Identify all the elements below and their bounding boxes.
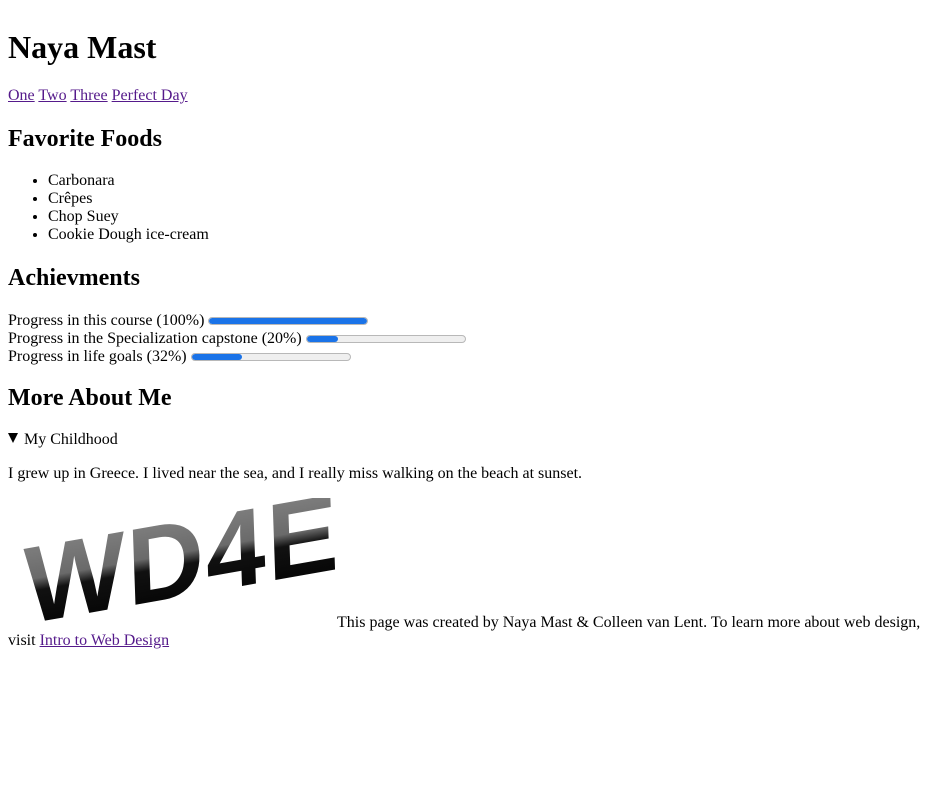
nav-link-one[interactable]: One bbox=[8, 87, 35, 104]
favorite-foods-list: Carbonara Crêpes Chop Suey Cookie Dough … bbox=[8, 172, 209, 244]
intro-to-web-design-link[interactable]: Intro to Web Design bbox=[40, 632, 170, 649]
wd4e-logo: WD4E bbox=[23, 498, 336, 630]
progress-label: Progress in life goals (32%) bbox=[8, 348, 187, 365]
list-item: Chop Suey bbox=[48, 208, 209, 226]
progress-bar-fill bbox=[191, 354, 243, 360]
progress-bar-capstone bbox=[305, 335, 466, 343]
progress-bar-life-goals bbox=[190, 353, 351, 361]
disclosure-triangle-icon[interactable] bbox=[8, 433, 18, 443]
achievements-heading: Achievments bbox=[8, 265, 140, 291]
nav-link-perfect-day[interactable]: Perfect Day bbox=[112, 87, 188, 104]
nav-link-two[interactable]: Two bbox=[38, 87, 66, 104]
details-summary-label: My Childhood bbox=[24, 431, 118, 448]
footer-credit-line-2: visit Intro to Web Design bbox=[8, 632, 169, 650]
favorite-foods-heading: Favorite Foods bbox=[8, 126, 162, 152]
progress-label: Progress in the Specialization capstone … bbox=[8, 330, 302, 347]
page-title: Naya Mast bbox=[8, 29, 157, 65]
progress-bar-fill bbox=[306, 336, 339, 342]
progress-bar-course bbox=[208, 317, 369, 325]
progress-bar-fill bbox=[209, 318, 368, 324]
progress-row-life-goals: Progress in life goals (32%) bbox=[8, 348, 351, 366]
childhood-details-summary[interactable]: My Childhood bbox=[8, 431, 118, 449]
list-item: Cookie Dough ice-cream bbox=[48, 226, 209, 244]
progress-row-capstone: Progress in the Specialization capstone … bbox=[8, 330, 466, 348]
list-item: Carbonara bbox=[48, 172, 209, 190]
footer-visit-text: visit bbox=[8, 632, 36, 649]
progress-row-course: Progress in this course (100%) bbox=[8, 312, 369, 330]
progress-label: Progress in this course (100%) bbox=[8, 312, 205, 329]
more-about-me-heading: More About Me bbox=[8, 385, 172, 411]
footer-credit-text: This page was created by Naya Mast & Col… bbox=[337, 614, 921, 631]
nav-links: One Two Three Perfect Day bbox=[8, 87, 188, 105]
wd4e-logo-text: WD4E bbox=[23, 498, 336, 630]
nav-link-three[interactable]: Three bbox=[70, 87, 107, 104]
list-item: Crêpes bbox=[48, 190, 209, 208]
childhood-details-text: I grew up in Greece. I lived near the se… bbox=[8, 465, 583, 482]
